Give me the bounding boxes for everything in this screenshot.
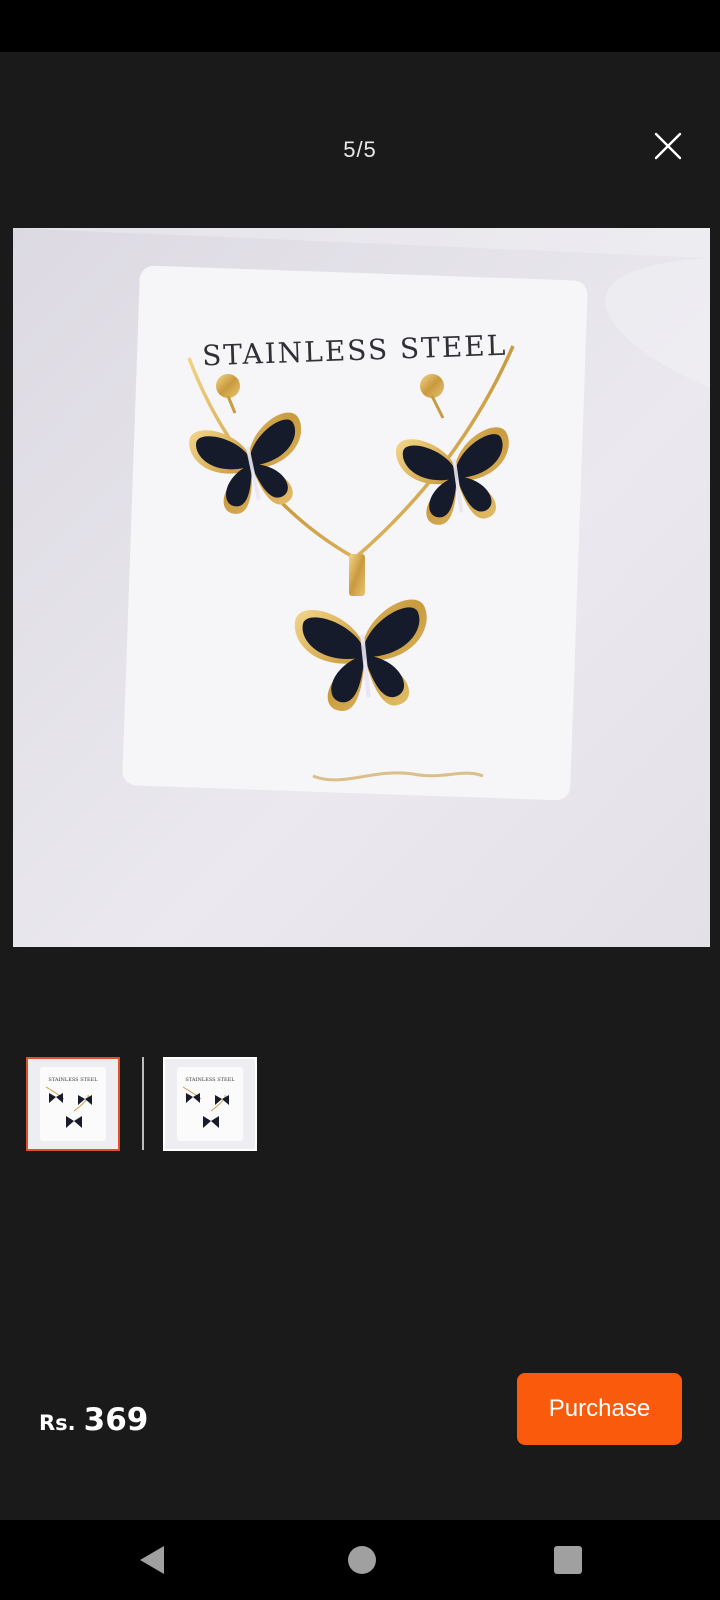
status-bar — [0, 0, 720, 52]
home-button[interactable] — [342, 1540, 382, 1580]
close-icon — [654, 132, 682, 160]
thumbnail-1[interactable]: STAINLESS STEEL — [26, 1057, 120, 1151]
thumbnail-2[interactable]: STAINLESS STEEL — [163, 1057, 257, 1151]
thumbnail-2-image: STAINLESS STEEL — [165, 1059, 255, 1149]
product-photo: STAINLESS STEEL — [13, 228, 710, 947]
home-icon — [348, 1546, 376, 1574]
recents-button[interactable] — [548, 1540, 588, 1580]
thumbnail-divider — [142, 1057, 144, 1150]
recents-icon — [554, 1546, 582, 1574]
price: Rs. 369 — [39, 1402, 148, 1438]
thumbnail-2-card-text: STAINLESS STEEL — [185, 1077, 235, 1083]
thumbnail-1-image: STAINLESS STEEL — [28, 1059, 118, 1149]
page-counter: 5/5 — [343, 137, 377, 162]
thumbnail-1-card-text: STAINLESS STEEL — [48, 1077, 98, 1083]
price-amount: 369 — [83, 1402, 149, 1438]
product-image[interactable]: STAINLESS STEEL — [13, 228, 710, 947]
back-icon — [140, 1546, 164, 1574]
system-navigation-bar — [0, 1520, 720, 1600]
purchase-button[interactable]: Purchase — [517, 1373, 682, 1445]
close-button[interactable] — [648, 126, 688, 166]
price-currency: Rs. — [39, 1411, 76, 1435]
back-button[interactable] — [132, 1540, 172, 1580]
